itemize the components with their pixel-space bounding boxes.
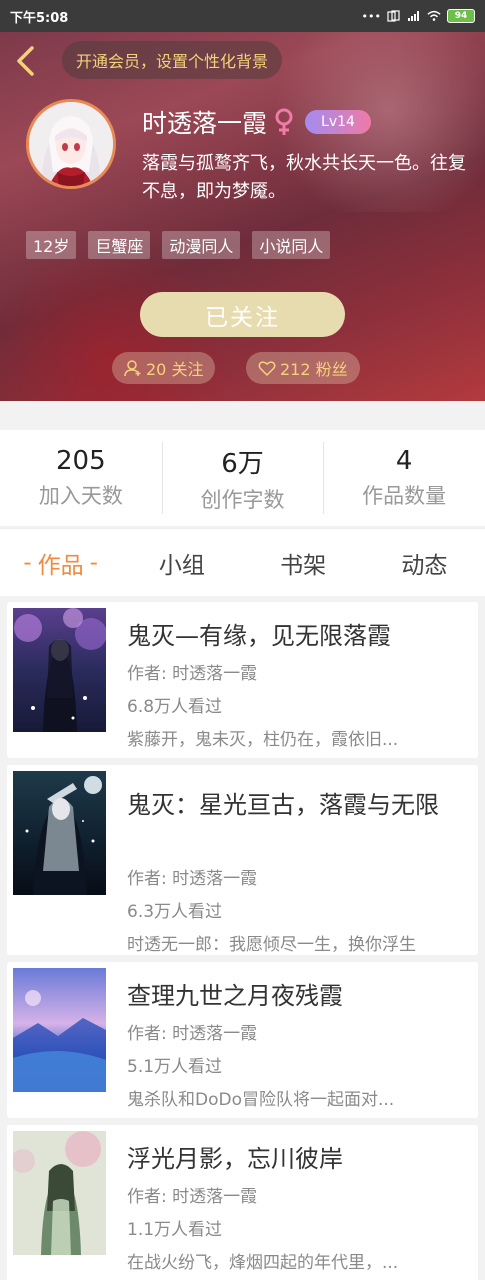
tag-interest-novel: 小说同人 bbox=[252, 231, 331, 259]
tab-activity[interactable]: 动态 bbox=[364, 529, 485, 596]
cover-image bbox=[13, 968, 106, 1092]
stat-join-days: 205 加入天数 bbox=[0, 430, 162, 526]
dual-sim-icon bbox=[387, 10, 400, 22]
heart-icon bbox=[258, 361, 276, 377]
work-info: 鬼灭：星光亘古，落霞与无限 作者: 时透落一霞 6.3万人看过 时透无一郎：我愿… bbox=[127, 785, 478, 955]
tag-zodiac: 巨蟹座 bbox=[88, 231, 151, 259]
stat-value: 6万 bbox=[221, 448, 264, 479]
status-bar: 下午5:08 ••• 94 bbox=[0, 0, 485, 32]
tab-label: 书架 bbox=[280, 552, 327, 579]
female-icon bbox=[275, 108, 293, 135]
profile-tabs: - 作品 - 小组 书架 动态 bbox=[0, 528, 485, 596]
tab-bookshelf[interactable]: 书架 bbox=[243, 529, 364, 596]
work-card[interactable]: 鬼灭—有缘，见无限落霞 作者: 时透落一霞 6.8万人看过 紫藤开，鬼未灭，柱仍… bbox=[7, 602, 478, 758]
work-desc: 紫藤开，鬼未灭，柱仍在，霞依旧... bbox=[127, 730, 399, 750]
work-views: 6.3万人看过 bbox=[127, 902, 223, 922]
user-add-icon bbox=[124, 360, 141, 377]
work-info: 鬼灭—有缘，见无限落霞 作者: 时透落一霞 6.8万人看过 紫藤开，鬼未灭，柱仍… bbox=[127, 616, 478, 750]
work-views: 5.1万人看过 bbox=[127, 1057, 223, 1077]
wifi-icon bbox=[427, 10, 441, 21]
work-cover bbox=[13, 1131, 106, 1255]
work-desc: 时透无一郎：我愿倾尽一生，换你浮生 bbox=[127, 935, 416, 955]
work-card[interactable]: 浮光月影，忘川彼岸 作者: 时透落一霞 1.1万人看过 在战火纷飞，烽烟四起的年… bbox=[7, 1125, 478, 1280]
tab-label: 小组 bbox=[158, 552, 205, 579]
nickname: 时透落一霞 bbox=[142, 109, 268, 138]
level-badge: Lv14 bbox=[305, 110, 371, 134]
fans-count-button[interactable]: 212 粉丝 bbox=[246, 352, 360, 384]
stat-value: 4 bbox=[395, 446, 413, 476]
nickname-row: 时透落一霞 Lv14 bbox=[142, 104, 371, 140]
stat-works-count: 4 作品数量 bbox=[323, 430, 485, 526]
stat-word-count: 6万 创作字数 bbox=[161, 430, 324, 526]
work-author: 作者: 时透落一霞 bbox=[127, 869, 258, 889]
avatar[interactable] bbox=[26, 99, 116, 189]
active-dash-left: - bbox=[23, 549, 32, 576]
vip-background-prompt[interactable]: 开通会员，设置个性化背景 bbox=[62, 41, 283, 79]
work-author: 作者: 时透落一霞 bbox=[127, 1024, 258, 1044]
cover-image bbox=[13, 771, 106, 895]
active-dash-right: - bbox=[89, 549, 98, 576]
work-desc: 在战火纷飞，烽烟四起的年代里，... bbox=[127, 1253, 399, 1273]
work-title: 查理九世之月夜残霞 bbox=[127, 982, 343, 1010]
bio: 落霞与孤鹜齐飞，秋水共长天一色。往复不息，即为梦魇。 bbox=[142, 153, 466, 202]
work-info: 浮光月影，忘川彼岸 作者: 时透落一霞 1.1万人看过 在战火纷飞，烽烟四起的年… bbox=[127, 1139, 478, 1273]
tab-label: 作品 bbox=[37, 552, 84, 579]
work-title: 浮光月影，忘川彼岸 bbox=[127, 1145, 343, 1173]
work-views: 1.1万人看过 bbox=[127, 1220, 223, 1240]
work-cover bbox=[13, 608, 106, 732]
stats-bar: 205 加入天数 6万 创作字数 4 作品数量 bbox=[0, 430, 485, 526]
following-count-label: 20 关注 bbox=[146, 360, 204, 379]
cover-image bbox=[13, 608, 106, 732]
work-author: 作者: 时透落一霞 bbox=[127, 1187, 258, 1207]
work-cover bbox=[13, 968, 106, 1092]
work-card[interactable]: 鬼灭：星光亘古，落霞与无限 作者: 时透落一霞 6.3万人看过 时透无一郎：我愿… bbox=[7, 765, 478, 955]
tab-works[interactable]: - 作品 - bbox=[0, 529, 121, 596]
profile-tags: 12岁 巨蟹座 动漫同人 小说同人 bbox=[26, 231, 331, 259]
work-card[interactable]: 查理九世之月夜残霞 作者: 时透落一霞 5.1万人看过 鬼杀队和DoDo冒险队将… bbox=[7, 962, 478, 1118]
follow-button[interactable]: 已关注 bbox=[140, 292, 345, 337]
work-views: 6.8万人看过 bbox=[127, 697, 223, 717]
battery-icon: 94 bbox=[447, 9, 475, 23]
more-dots-icon: ••• bbox=[361, 9, 381, 23]
tab-groups[interactable]: 小组 bbox=[121, 529, 242, 596]
work-cover bbox=[13, 771, 106, 895]
signal-icon bbox=[408, 11, 419, 21]
chevron-left-icon bbox=[17, 46, 34, 76]
stat-label: 加入天数 bbox=[38, 484, 123, 508]
work-title: 鬼灭—有缘，见无限落霞 bbox=[127, 622, 391, 650]
fans-count-label: 212 粉丝 bbox=[280, 360, 348, 379]
work-desc: 鬼杀队和DoDo冒险队将一起面对... bbox=[127, 1090, 395, 1110]
avatar-image bbox=[29, 102, 113, 186]
back-button[interactable] bbox=[10, 44, 40, 78]
work-title: 鬼灭：星光亘古，落霞与无限 bbox=[127, 791, 439, 819]
status-icons: ••• 94 bbox=[362, 9, 475, 23]
profile-header: 开通会员，设置个性化背景 时透落一霞 Lv14 落霞与孤鹜齐飞，秋水共长天一色。… bbox=[0, 32, 485, 401]
work-author: 作者: 时透落一霞 bbox=[127, 664, 258, 684]
stat-value: 205 bbox=[56, 446, 106, 476]
status-time: 下午5:08 bbox=[10, 10, 69, 26]
cover-image bbox=[13, 1131, 106, 1255]
following-count-button[interactable]: 20 关注 bbox=[112, 352, 216, 384]
tag-age: 12岁 bbox=[26, 231, 77, 259]
work-info: 查理九世之月夜残霞 作者: 时透落一霞 5.1万人看过 鬼杀队和DoDo冒险队将… bbox=[127, 976, 478, 1110]
stat-label: 创作字数 bbox=[200, 487, 285, 512]
tag-interest-anime: 动漫同人 bbox=[162, 231, 241, 259]
tab-label: 动态 bbox=[401, 552, 448, 579]
stat-label: 作品数量 bbox=[362, 484, 447, 508]
